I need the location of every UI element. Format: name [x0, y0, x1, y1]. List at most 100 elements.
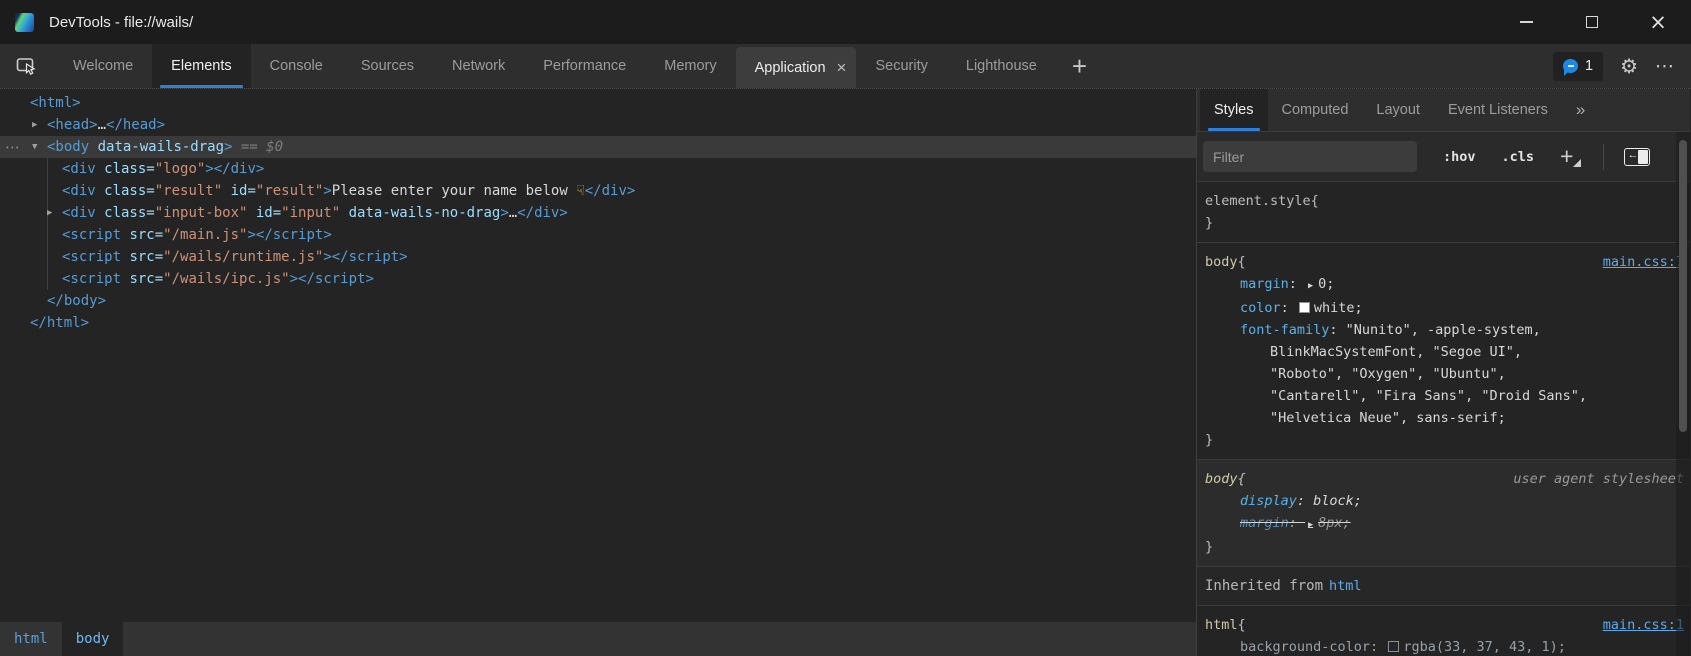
dom-token-attr: data-wails-no-drag [340, 205, 500, 221]
expand-longhand-icon[interactable]: ▶ [1308, 520, 1313, 530]
dom-tree-row[interactable]: </body> [0, 290, 1196, 312]
maximize-button[interactable] [1559, 0, 1625, 44]
dom-token-tag: ></script> [247, 227, 331, 243]
tab-elements[interactable]: Elements [152, 44, 250, 88]
tab-styles[interactable]: Styles [1200, 89, 1268, 131]
close-tab-icon[interactable]: × [837, 59, 847, 76]
styles-scrollbar-thumb[interactable] [1679, 140, 1687, 432]
gear-icon: ⚙ [1620, 54, 1638, 78]
styles-scrollbar[interactable] [1676, 132, 1690, 656]
close-brace: } [1197, 536, 1690, 558]
element-classes-button[interactable]: .cls [1502, 149, 1535, 165]
dom-token-val: "/main.js" [163, 227, 247, 243]
close-button[interactable]: × [1625, 0, 1691, 44]
dom-token-tag: ></script> [290, 271, 374, 287]
dom-tree: <html>▶<head>…</head>⋯▼<body data-wails-… [0, 89, 1196, 622]
tab-lighthouse[interactable]: Lighthouse [947, 44, 1056, 88]
settings-button[interactable]: ⚙ [1620, 54, 1638, 78]
tab-welcome[interactable]: Welcome [54, 44, 152, 88]
tab-computed[interactable]: Computed [1268, 89, 1363, 131]
stylesheet-source-link[interactable]: main.css:1 [1603, 614, 1684, 636]
dom-tree-row[interactable]: <script src="/wails/runtime.js"></script… [0, 246, 1196, 268]
stylesheet-source-link[interactable]: main.css:7 [1603, 251, 1684, 273]
dock-sidebar-button[interactable]: ← [1624, 148, 1650, 166]
tab-label: Styles [1214, 102, 1254, 118]
add-tab-button[interactable]: + [1056, 44, 1103, 88]
dom-token-text: … [509, 205, 517, 221]
tab-memory[interactable]: Memory [645, 44, 735, 88]
minimize-button[interactable] [1493, 0, 1559, 44]
tab-console[interactable]: Console [251, 44, 342, 88]
rule-selector-line[interactable]: html {main.css:1 [1197, 614, 1690, 636]
dom-tree-row[interactable]: </html> [0, 312, 1196, 334]
close-brace: } [1197, 212, 1690, 234]
tab-network[interactable]: Network [433, 44, 524, 88]
style-rule: body {user agent stylesheetdisplay: bloc… [1197, 460, 1690, 567]
tab-event-listeners[interactable]: Event Listeners [1434, 89, 1562, 131]
css-property-name: margin [1240, 276, 1289, 292]
rule-selector-line[interactable]: element.style { [1197, 190, 1690, 212]
dom-tree-row[interactable]: <div class="result" id="result">Please e… [0, 180, 1196, 202]
breadcrumb-html[interactable]: html [0, 622, 62, 656]
tab-layout[interactable]: Layout [1362, 89, 1434, 131]
more-tabs-button[interactable]: » [1576, 89, 1585, 131]
customize-devtools-button[interactable]: ⋯ [1655, 55, 1675, 77]
tab-label: Application [755, 60, 826, 76]
css-declaration[interactable]: display: block; [1197, 490, 1690, 512]
tab-label: Network [452, 58, 505, 74]
dom-tree-row[interactable]: <html> [0, 92, 1196, 114]
breadcrumb-body[interactable]: body [62, 622, 124, 656]
dom-token-tag: </div> [517, 205, 568, 221]
color-swatch[interactable] [1299, 302, 1310, 313]
tab-label: Event Listeners [1448, 102, 1548, 118]
styles-filter-input[interactable] [1203, 141, 1417, 172]
expand-longhand-icon[interactable]: ▶ [1308, 281, 1313, 291]
dom-token-val: "input" [281, 205, 340, 221]
inherited-element-link[interactable]: html [1329, 578, 1362, 594]
rule-selector-line[interactable]: body {user agent stylesheet [1197, 468, 1690, 490]
maximize-icon [1586, 16, 1598, 28]
css-declaration[interactable]: margin: ▶0; [1197, 273, 1690, 297]
color-swatch[interactable] [1388, 641, 1399, 652]
dom-tree-row[interactable]: ▶<head>…</head> [0, 114, 1196, 136]
dom-token-val: "/wails/runtime.js" [163, 249, 323, 265]
css-declaration[interactable]: font-family: "Nunito", -apple-system, [1197, 319, 1690, 341]
dom-tree-row[interactable]: <script src="/wails/ipc.js"></script> [0, 268, 1196, 290]
new-style-rule-button[interactable]: + [1560, 143, 1581, 170]
row-actions-icon[interactable]: ⋯ [5, 136, 20, 158]
dom-token-tag: <script [62, 271, 121, 287]
css-value-wrapped-line: BlinkMacSystemFont, "Segoe UI", [1197, 341, 1690, 363]
css-declaration[interactable]: color: white; [1197, 297, 1690, 319]
issues-button[interactable]: 1 [1553, 52, 1603, 81]
dom-token-tag: <div [62, 183, 96, 199]
dom-token-attr: src= [121, 227, 163, 243]
dom-tree-row[interactable]: <script src="/main.js"></script> [0, 224, 1196, 246]
dom-tree-row[interactable]: ▶<div class="input-box" id="input" data-… [0, 202, 1196, 224]
tab-label: Performance [543, 58, 626, 74]
dom-token-val: "/wails/ipc.js" [163, 271, 289, 287]
rule-selector: body [1205, 251, 1238, 273]
css-declaration[interactable]: margin: ▶8px; [1197, 512, 1690, 536]
inspect-element-button[interactable] [0, 44, 54, 88]
dom-tree-row[interactable]: <div class="logo"></div> [0, 158, 1196, 180]
tab-performance[interactable]: Performance [524, 44, 645, 88]
expand-arrow-icon[interactable]: ▶ [32, 114, 37, 136]
dom-tree-row[interactable]: ⋯▼<body data-wails-drag> == $0 [0, 136, 1196, 158]
open-brace: { [1238, 251, 1246, 273]
devtools-logo-icon [15, 13, 34, 32]
css-property-value: 0; [1318, 276, 1334, 292]
content-area: <html>▶<head>…</head>⋯▼<body data-wails-… [0, 88, 1691, 656]
rule-selector-line[interactable]: body { main.css:7 [1197, 251, 1690, 273]
tab-label: Computed [1282, 102, 1349, 118]
tab-label: Elements [171, 58, 231, 74]
dom-token-text: … [98, 117, 106, 133]
pseudo-state-button[interactable]: :hov [1443, 149, 1476, 165]
tab-security[interactable]: Security [856, 44, 946, 88]
css-declaration[interactable]: background-color: rgba(33, 37, 43, 1); [1197, 636, 1690, 656]
expand-arrow-icon[interactable]: ▶ [47, 202, 52, 224]
dom-token-tag: > [500, 205, 508, 221]
dom-token-attr: id= [247, 205, 281, 221]
tab-application[interactable]: Application × [736, 47, 857, 88]
collapse-arrow-icon[interactable]: ▼ [32, 136, 37, 158]
tab-sources[interactable]: Sources [342, 44, 433, 88]
